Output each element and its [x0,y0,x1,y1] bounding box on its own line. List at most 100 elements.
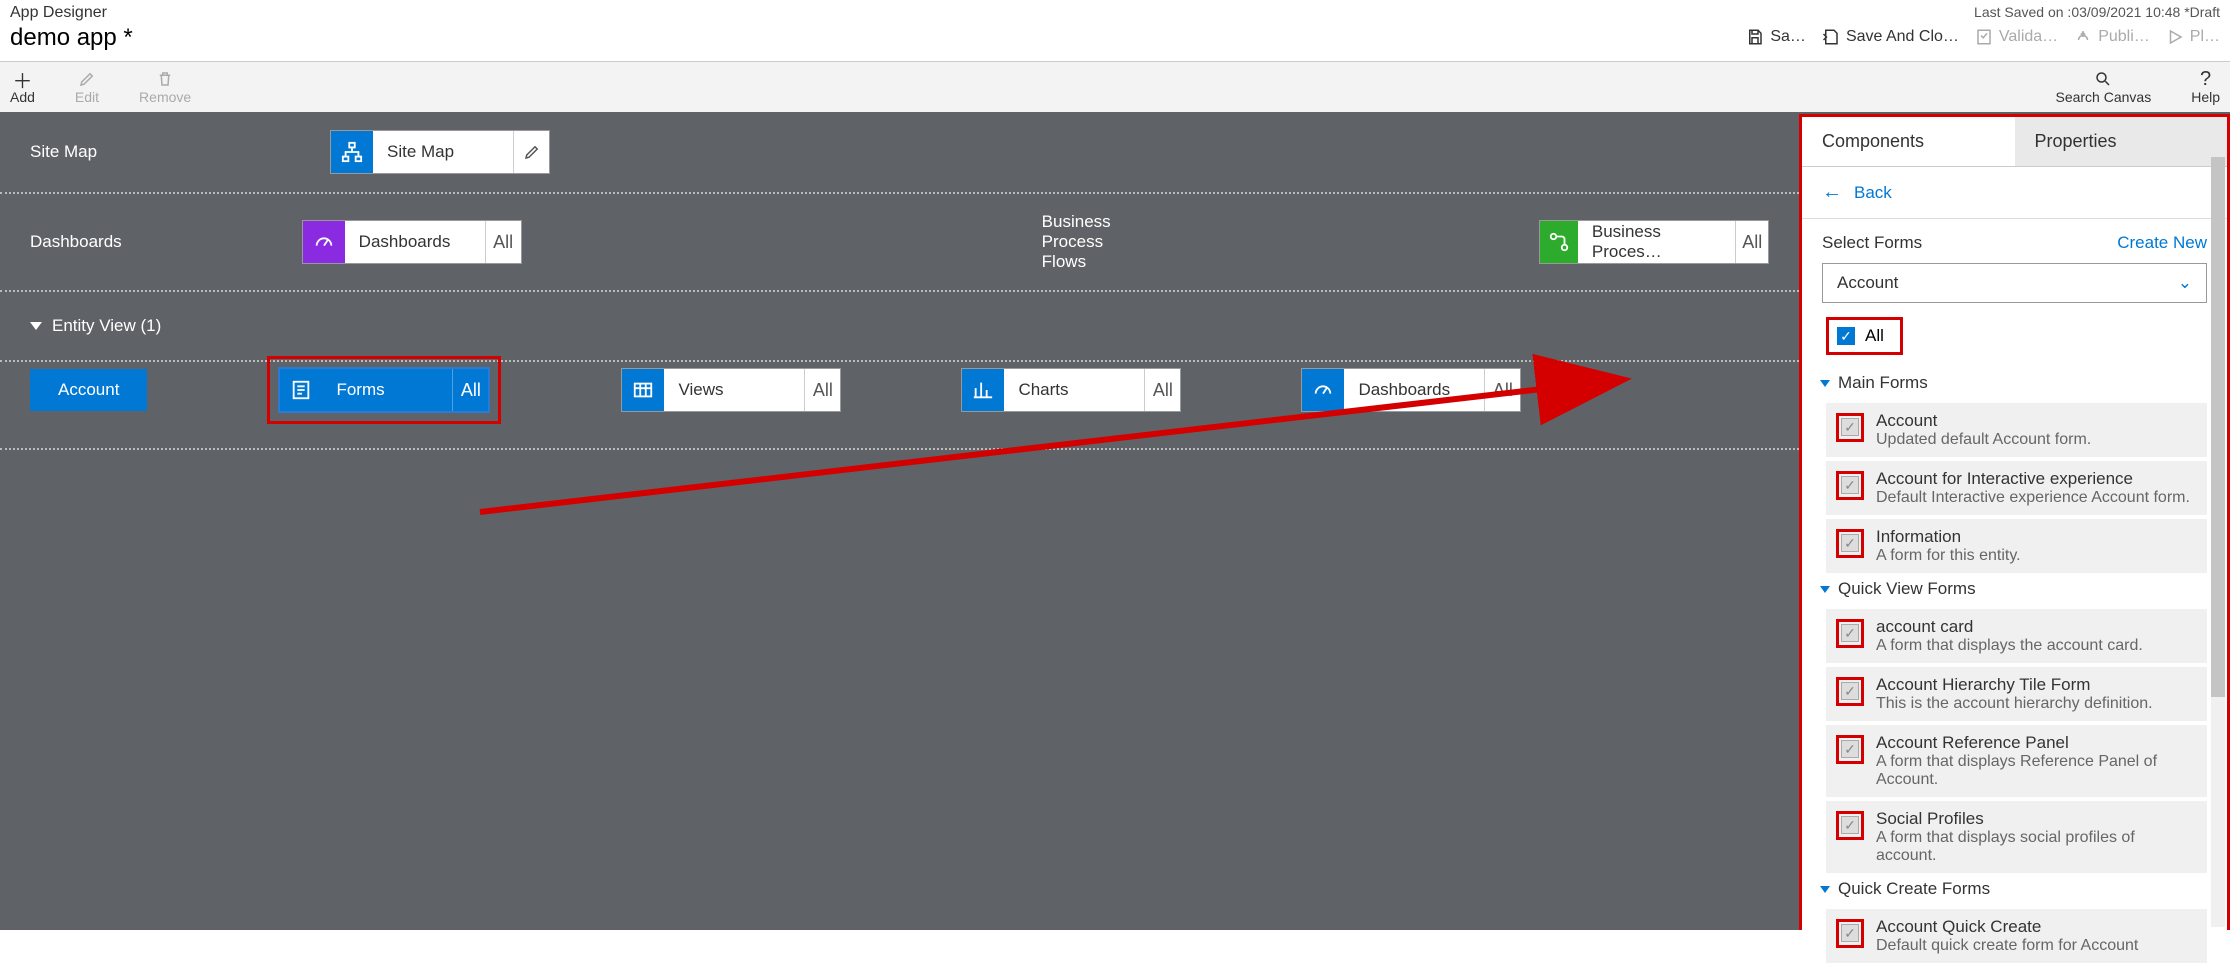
form-check-highlight [1836,919,1864,948]
flow-icon [1540,221,1578,263]
form-checkbox[interactable] [1841,534,1859,552]
page-title: demo app * [10,24,133,52]
all-checkbox-row[interactable]: All [1826,317,1903,355]
form-item[interactable]: Account Reference PanelA form that displ… [1826,725,2207,797]
gauge-icon [303,221,345,263]
entity-dash-tag[interactable]: All [1484,369,1520,411]
bpf-tile-label: Business Proces… [1578,221,1736,263]
form-item[interactable]: Social ProfilesA form that displays soci… [1826,801,2207,873]
dashboards-tile[interactable]: Dashboards All [302,220,522,264]
form-desc: Updated default Account form. [1876,431,2091,449]
bpf-tag[interactable]: All [1735,221,1768,263]
create-new-link[interactable]: Create New [2117,233,2207,253]
form-group-header[interactable]: Quick View Forms [1802,573,2227,605]
form-name: account card [1876,617,2143,637]
form-check-highlight [1836,811,1864,840]
play-icon [2166,28,2184,46]
save-button[interactable]: Sa… [1746,28,1806,46]
validate-button[interactable]: Valida… [1975,28,2058,46]
caret-down-icon [1820,586,1830,593]
entity-dash-label: Dashboards [1344,369,1484,411]
group-title: Main Forms [1838,373,1928,393]
form-desc: Default Interactive experience Account f… [1876,489,2190,507]
views-tile-tag[interactable]: All [804,369,840,411]
back-label: Back [1854,183,1892,203]
play-button[interactable]: Pl… [2166,28,2220,46]
search-label: Search Canvas [2055,89,2151,105]
form-item[interactable]: account cardA form that displays the acc… [1826,609,2207,663]
form-desc: A form that displays the account card. [1876,637,2143,655]
entity-view-header[interactable]: Entity View (1) [30,316,161,336]
form-checkbox[interactable] [1841,624,1859,642]
sitemap-edit-button[interactable] [513,131,549,173]
form-checkbox[interactable] [1841,740,1859,758]
charts-tile-label: Charts [1004,369,1144,411]
views-tile[interactable]: Views All [621,368,841,412]
entity-tiles-row: Account Forms All Views All [0,332,1799,450]
sitemap-tile[interactable]: Site Map [330,130,550,174]
form-checkbox[interactable] [1841,418,1859,436]
form-check-highlight [1836,735,1864,764]
form-checkbox[interactable] [1841,682,1859,700]
save-close-button[interactable]: Save And Clo… [1822,28,1959,46]
form-name: Account Reference Panel [1876,733,2197,753]
tab-components[interactable]: Components [1802,117,2015,166]
form-name: Social Profiles [1876,809,2197,829]
group-title: Quick View Forms [1838,579,1976,599]
validate-label: Valida… [1999,28,2058,46]
dashboards-tag[interactable]: All [485,221,521,263]
form-item[interactable]: Account for Interactive experienceDefaul… [1826,461,2207,515]
publish-label: Publi… [2098,28,2150,46]
entity-dropdown[interactable]: Account ⌄ [1822,263,2207,303]
entity-dropdown-value: Account [1837,273,1898,293]
sitemap-row: Site Map Site Map [0,112,1799,194]
remove-button: Remove [139,69,191,105]
form-checkbox[interactable] [1841,924,1859,942]
search-canvas-button[interactable]: Search Canvas [2055,69,2151,105]
form-name: Account for Interactive experience [1876,469,2190,489]
charts-tile[interactable]: Charts All [961,368,1181,412]
charts-tile-tag[interactable]: All [1144,369,1180,411]
all-checkbox[interactable] [1837,327,1855,345]
back-button[interactable]: ← Back [1802,167,2227,218]
form-item[interactable]: Account Quick CreateDefault quick create… [1826,909,2207,963]
save-close-icon [1822,28,1840,46]
grid-icon [622,369,664,411]
entity-dashboards-tile[interactable]: Dashboards All [1301,368,1521,412]
form-item[interactable]: InformationA form for this entity. [1826,519,2207,573]
forms-tile[interactable]: Forms All [278,367,490,413]
add-label: Add [10,89,35,105]
form-group-header[interactable]: Main Forms [1802,367,2227,399]
form-group-header[interactable]: Quick Create Forms [1802,873,2227,905]
save-icon [1746,28,1764,46]
search-icon [2093,69,2113,89]
select-forms-header: Select Forms Create New [1802,218,2227,263]
arrow-left-icon: ← [1822,181,1842,204]
sitemap-tile-label: Site Map [373,131,513,173]
form-check-highlight [1836,677,1864,706]
help-button[interactable]: ? Help [2191,69,2220,105]
bpf-tile[interactable]: Business Proces… All [1539,220,1769,264]
tab-properties[interactable]: Properties [2015,117,2228,166]
form-check-highlight [1836,471,1864,500]
panel-scrollbar[interactable] [2211,157,2225,927]
caret-down-icon [1820,380,1830,387]
form-desc: A form that displays Reference Panel of … [1876,753,2197,789]
add-button[interactable]: ＋ Add [10,69,35,105]
views-tile-label: Views [664,369,804,411]
form-checkbox[interactable] [1841,816,1859,834]
scrollbar-thumb[interactable] [2211,157,2225,697]
validate-icon [1975,28,1993,46]
save-close-label: Save And Clo… [1846,28,1959,46]
form-item[interactable]: Account Hierarchy Tile FormThis is the a… [1826,667,2207,721]
help-label: Help [2191,89,2220,105]
form-item[interactable]: AccountUpdated default Account form. [1826,403,2207,457]
form-name: Information [1876,527,2021,547]
publish-button[interactable]: Publi… [2074,28,2150,46]
form-check-highlight [1836,619,1864,648]
caret-down-icon [30,322,42,330]
save-label: Sa… [1770,28,1806,46]
form-checkbox[interactable] [1841,476,1859,494]
account-entity-button[interactable]: Account [30,369,147,411]
forms-tile-tag[interactable]: All [452,369,488,411]
